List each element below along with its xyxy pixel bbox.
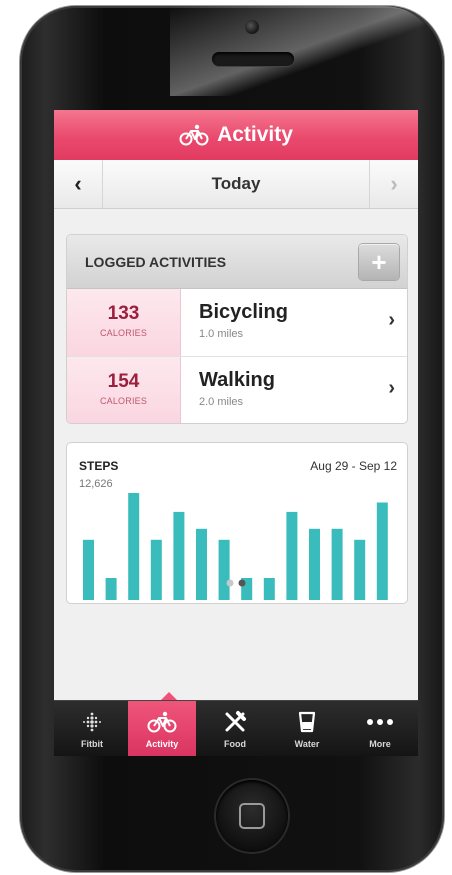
tab-activity[interactable]: Activity	[128, 701, 196, 756]
tab-fitbit[interactable]: Fitbit	[58, 701, 126, 756]
steps-bar	[309, 528, 320, 600]
steps-card[interactable]: STEPS Aug 29 - Sep 12 12,626	[66, 442, 408, 604]
bicycle-icon	[147, 707, 177, 737]
activity-name: Walking	[199, 369, 275, 391]
logged-activities-card: LOGGED ACTIVITIES + 133 CALORIES Bicycli…	[66, 234, 408, 424]
calories-value: 133	[107, 303, 140, 324]
fitbit-dots-icon	[80, 707, 104, 737]
phone-glare	[170, 6, 440, 96]
page-title: Activity	[217, 123, 293, 146]
steps-bar	[105, 578, 117, 600]
tab-water[interactable]: Water	[273, 701, 341, 756]
steps-bar	[128, 493, 140, 600]
logged-activities-title: LOGGED ACTIVITIES	[85, 254, 227, 270]
date-navigator: ‹ Today ›	[54, 160, 418, 209]
bicycle-icon	[179, 124, 209, 146]
calories-box: 133 CALORIES	[67, 289, 181, 356]
date-label: Today	[211, 174, 261, 193]
page-indicator-dot[interactable]	[238, 579, 246, 587]
calories-unit: CALORIES	[99, 328, 148, 338]
app-screen: Activity ‹ Today › LOGGED ACTIVITIES + 1…	[54, 110, 418, 756]
title-bar: Activity	[54, 110, 418, 160]
tab-label: Fitbit	[81, 739, 103, 749]
calories-box: 154 CALORIES	[67, 357, 181, 423]
activity-row-walking[interactable]: 154 CALORIES Walking 2.0 miles ›	[67, 357, 407, 423]
steps-bar-chart	[83, 493, 388, 600]
previous-day-button[interactable]: ‹	[54, 160, 103, 208]
activity-distance: 2.0 miles	[199, 396, 244, 408]
home-square-icon	[239, 803, 265, 829]
steps-bar	[263, 578, 275, 600]
next-day-button[interactable]: ›	[369, 160, 418, 208]
chevron-right-icon: ›	[388, 377, 395, 399]
more-dots-icon	[366, 707, 394, 737]
page-indicator-dot[interactable]	[226, 579, 234, 587]
steps-bar	[150, 539, 162, 600]
tab-label: Activity	[145, 739, 179, 749]
steps-bar	[331, 528, 343, 600]
activity-row-bicycling[interactable]: 133 CALORIES Bicycling 1.0 miles ›	[67, 289, 407, 357]
activity-distance: 1.0 miles	[199, 328, 244, 340]
front-camera	[245, 20, 259, 34]
steps-bar	[196, 528, 207, 600]
steps-bar	[354, 539, 366, 600]
calories-unit: CALORIES	[99, 396, 148, 406]
add-activity-button[interactable]: +	[359, 244, 399, 280]
steps-bar	[173, 511, 185, 600]
steps-bar	[218, 539, 230, 600]
logged-activities-header: LOGGED ACTIVITIES +	[67, 235, 407, 289]
home-button[interactable]	[216, 780, 288, 852]
tab-food[interactable]: Food	[201, 701, 269, 756]
active-tab-pointer	[161, 692, 177, 700]
glass-icon	[297, 707, 317, 737]
activity-name: Bicycling	[199, 301, 288, 323]
fork-knife-icon	[223, 707, 247, 737]
tab-more[interactable]: More	[346, 701, 414, 756]
earpiece-speaker	[212, 52, 294, 66]
steps-bar	[376, 502, 388, 600]
calories-value: 154	[107, 371, 140, 392]
tab-label: More	[369, 739, 391, 749]
chevron-right-icon: ›	[388, 309, 395, 331]
tab-bar: Fitbit Activity Food Water More	[54, 700, 418, 756]
steps-bar	[286, 511, 298, 600]
steps-bar	[83, 539, 94, 600]
tab-label: Water	[294, 739, 320, 749]
tab-label: Food	[224, 739, 246, 749]
